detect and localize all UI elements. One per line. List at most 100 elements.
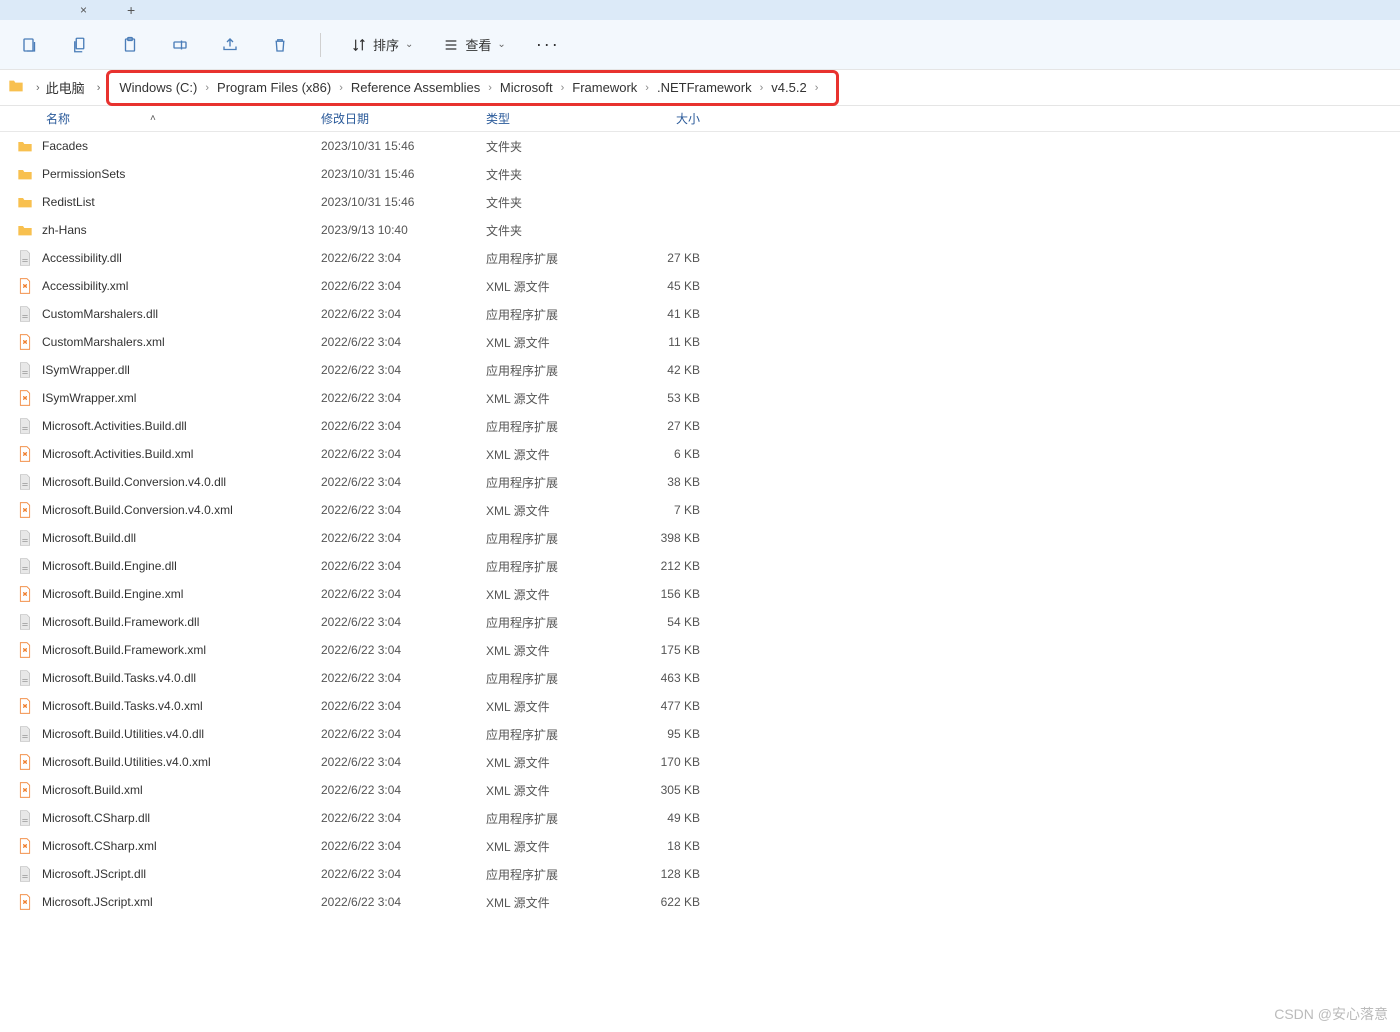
sort-label: 排序	[373, 35, 399, 54]
file-name: Microsoft.Build.Utilities.v4.0.xml	[42, 755, 211, 769]
file-type: XML 源文件	[486, 278, 624, 295]
file-row[interactable]: Microsoft.JScript.dll2022/6/22 3:04应用程序扩…	[0, 860, 1400, 888]
file-date: 2022/6/22 3:04	[321, 671, 486, 685]
sort-button[interactable]: 排序 ⌄	[351, 35, 413, 54]
file-row[interactable]: PermissionSets2023/10/31 15:46文件夹	[0, 160, 1400, 188]
header-type[interactable]: 类型	[486, 110, 624, 127]
file-name: Microsoft.Activities.Build.xml	[42, 447, 193, 461]
file-name: Accessibility.dll	[42, 251, 122, 265]
header-size[interactable]: 大小	[624, 110, 706, 127]
file-row[interactable]: Microsoft.Build.Engine.xml2022/6/22 3:04…	[0, 580, 1400, 608]
xml-icon	[16, 893, 34, 911]
file-name: Microsoft.JScript.dll	[42, 867, 146, 881]
xml-icon	[16, 277, 34, 295]
file-row[interactable]: RedistList2023/10/31 15:46文件夹	[0, 188, 1400, 216]
chevron-right-icon[interactable]: ›	[36, 82, 40, 94]
column-headers: 名称˄ 修改日期 类型 大小	[0, 106, 1400, 132]
share-icon[interactable]	[220, 35, 240, 55]
folder-icon	[16, 221, 34, 239]
rename-icon[interactable]	[170, 35, 190, 55]
file-row[interactable]: Accessibility.xml2022/6/22 3:04XML 源文件45…	[0, 272, 1400, 300]
file-row[interactable]: Microsoft.Build.Conversion.v4.0.xml2022/…	[0, 496, 1400, 524]
file-row[interactable]: Facades2023/10/31 15:46文件夹	[0, 132, 1400, 160]
file-name: Microsoft.Build.Engine.dll	[42, 559, 177, 573]
file-date: 2022/6/22 3:04	[321, 755, 486, 769]
file-row[interactable]: ISymWrapper.dll2022/6/22 3:04应用程序扩展42 KB	[0, 356, 1400, 384]
dll-icon	[16, 417, 34, 435]
file-type: 文件夹	[486, 138, 624, 155]
file-row[interactable]: Microsoft.Build.Framework.xml2022/6/22 3…	[0, 636, 1400, 664]
file-row[interactable]: Microsoft.Build.Engine.dll2022/6/22 3:04…	[0, 552, 1400, 580]
file-date: 2022/6/22 3:04	[321, 839, 486, 853]
breadcrumb-item[interactable]: Microsoft	[500, 80, 553, 95]
file-row[interactable]: Microsoft.Activities.Build.dll2022/6/22 …	[0, 412, 1400, 440]
file-size: 27 KB	[624, 419, 706, 433]
tab[interactable]: ×	[50, 0, 97, 20]
add-tab-button[interactable]: +	[127, 2, 135, 18]
breadcrumb-item[interactable]: .NETFramework	[657, 80, 752, 95]
file-row[interactable]: Microsoft.Build.dll2022/6/22 3:04应用程序扩展3…	[0, 524, 1400, 552]
paste-icon[interactable]	[120, 35, 140, 55]
chevron-right-icon: ›	[205, 82, 209, 94]
breadcrumb-root[interactable]: 此电脑	[46, 78, 85, 97]
file-name: Microsoft.Build.Tasks.v4.0.xml	[42, 699, 203, 713]
file-row[interactable]: CustomMarshalers.dll2022/6/22 3:04应用程序扩展…	[0, 300, 1400, 328]
breadcrumb-item[interactable]: Reference Assemblies	[351, 80, 480, 95]
file-row[interactable]: Microsoft.Activities.Build.xml2022/6/22 …	[0, 440, 1400, 468]
file-row[interactable]: Microsoft.JScript.xml2022/6/22 3:04XML 源…	[0, 888, 1400, 916]
file-row[interactable]: Microsoft.CSharp.xml2022/6/22 3:04XML 源文…	[0, 832, 1400, 860]
file-date: 2022/6/22 3:04	[321, 363, 486, 377]
xml-icon	[16, 641, 34, 659]
dll-icon	[16, 529, 34, 547]
xml-icon	[16, 753, 34, 771]
file-name: Microsoft.CSharp.dll	[42, 811, 150, 825]
breadcrumb-item[interactable]: Windows (C:)	[119, 80, 197, 95]
file-type: XML 源文件	[486, 334, 624, 351]
new-icon[interactable]	[20, 35, 40, 55]
breadcrumb-item[interactable]: v4.5.2	[771, 80, 806, 95]
file-name: Microsoft.JScript.xml	[42, 895, 153, 909]
file-row[interactable]: Accessibility.dll2022/6/22 3:04应用程序扩展27 …	[0, 244, 1400, 272]
file-size: 41 KB	[624, 307, 706, 321]
close-icon[interactable]: ×	[80, 3, 87, 17]
file-row[interactable]: ISymWrapper.xml2022/6/22 3:04XML 源文件53 K…	[0, 384, 1400, 412]
view-button[interactable]: 查看 ⌄	[443, 35, 505, 54]
breadcrumb-item[interactable]: Framework	[572, 80, 637, 95]
file-name: Accessibility.xml	[42, 279, 128, 293]
file-size: 7 KB	[624, 503, 706, 517]
file-row[interactable]: Microsoft.Build.Utilities.v4.0.xml 2022/6…	[0, 748, 1400, 776]
file-date: 2022/6/22 3:04	[321, 279, 486, 293]
header-date[interactable]: 修改日期	[321, 110, 486, 127]
file-size: 6 KB	[624, 447, 706, 461]
file-row[interactable]: Microsoft.Build.xml2022/6/22 3:04XML 源文件…	[0, 776, 1400, 804]
more-button[interactable]: ···	[536, 34, 560, 55]
file-name: Microsoft.Build.Tasks.v4.0.dll	[42, 671, 196, 685]
file-row[interactable]: Microsoft.Build.Tasks.v4.0.dll 2022/6/22 …	[0, 664, 1400, 692]
delete-icon[interactable]	[270, 35, 290, 55]
file-type: 应用程序扩展	[486, 726, 624, 743]
copy-icon[interactable]	[70, 35, 90, 55]
file-size: 128 KB	[624, 867, 706, 881]
file-size: 170 KB	[624, 755, 706, 769]
header-name[interactable]: 名称˄	[16, 110, 321, 127]
file-row[interactable]: CustomMarshalers.xml2022/6/22 3:04XML 源文…	[0, 328, 1400, 356]
file-date: 2022/6/22 3:04	[321, 391, 486, 405]
file-type: 应用程序扩展	[486, 418, 624, 435]
file-type: XML 源文件	[486, 698, 624, 715]
file-row[interactable]: Microsoft.Build.Utilities.v4.0.dll2022/6…	[0, 720, 1400, 748]
file-size: 175 KB	[624, 643, 706, 657]
chevron-right-icon: ›	[97, 82, 101, 94]
chevron-right-icon: ›	[815, 82, 819, 94]
file-row[interactable]: Microsoft.Build.Framework.dll2022/6/22 3…	[0, 608, 1400, 636]
file-row[interactable]: zh-Hans2023/9/13 10:40文件夹	[0, 216, 1400, 244]
file-size: 156 KB	[624, 587, 706, 601]
dll-icon	[16, 473, 34, 491]
file-date: 2022/6/22 3:04	[321, 335, 486, 349]
file-date: 2022/6/22 3:04	[321, 307, 486, 321]
breadcrumb-item[interactable]: Program Files (x86)	[217, 80, 331, 95]
file-row[interactable]: Microsoft.Build.Tasks.v4.0.xml2022/6/22 …	[0, 692, 1400, 720]
file-row[interactable]: Microsoft.CSharp.dll2022/6/22 3:04应用程序扩展…	[0, 804, 1400, 832]
file-type: 应用程序扩展	[486, 558, 624, 575]
file-name: Microsoft.Build.Engine.xml	[42, 587, 183, 601]
file-row[interactable]: Microsoft.Build.Conversion.v4.0.dll2022/…	[0, 468, 1400, 496]
